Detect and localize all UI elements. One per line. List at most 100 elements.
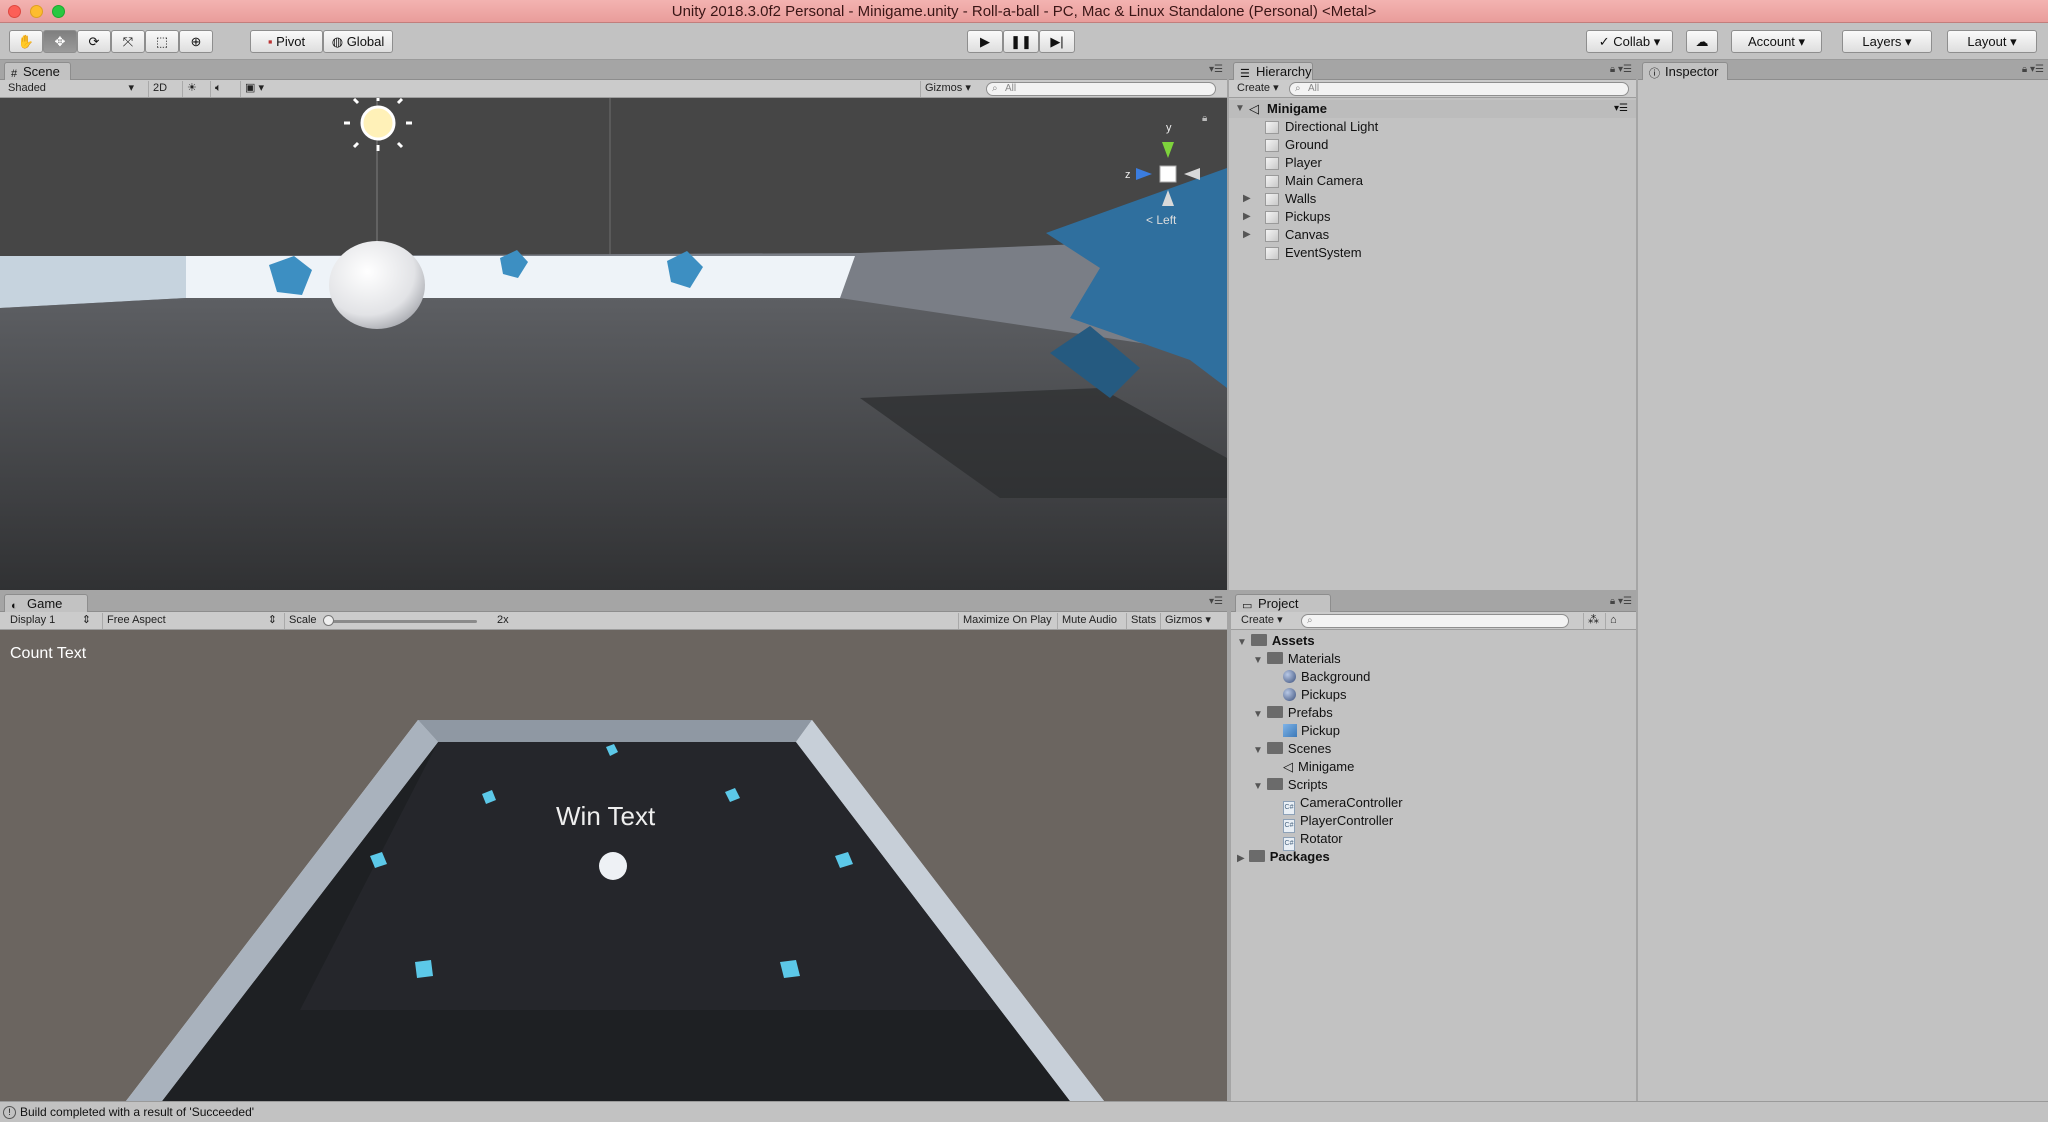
- project-lock-icon[interactable]: 🔒︎ ▾☰: [1610, 596, 1632, 607]
- layers-dropdown[interactable]: Layers ▾: [1842, 30, 1932, 53]
- cloud-button[interactable]: ☁: [1686, 30, 1718, 53]
- zoom-window-button[interactable]: [52, 5, 65, 18]
- window-title: Unity 2018.3.0f2 Personal - Minigame.uni…: [671, 3, 1377, 20]
- tab-game[interactable]: ◐ Game: [4, 594, 88, 612]
- close-window-button[interactable]: [8, 5, 21, 18]
- tab-scene[interactable]: # Scene: [4, 62, 71, 80]
- arena-wall-top-inner: [418, 720, 812, 742]
- project-script-rotator[interactable]: C# Rotator: [1283, 830, 1343, 851]
- gameobject-cube-icon: [1265, 211, 1279, 224]
- project-script-player[interactable]: C# PlayerController: [1283, 812, 1393, 833]
- filter-by-type-button[interactable]: ⁂: [1583, 613, 1603, 629]
- aspect-dropdown[interactable]: Free Aspect ⇕: [102, 613, 280, 629]
- hand-tool-button[interactable]: ✋: [9, 30, 43, 53]
- scale-tool-button[interactable]: ⤧: [111, 30, 145, 53]
- minimize-window-button[interactable]: [30, 5, 43, 18]
- tab-hierarchy[interactable]: ☰ Hierarchy: [1233, 62, 1313, 80]
- hierarchy-scene-row[interactable]: ▼ ◁ Minigame ▾☰: [1229, 100, 1636, 118]
- project-panel: ▭ Project 🔒︎ ▾☰ Create ▾ ⌕ ⁂ ⌂ ▼ Assets ▼ M…: [1231, 592, 1636, 1101]
- hand-icon: ✋: [17, 34, 35, 49]
- project-packages-row[interactable]: ▶ Packages: [1237, 848, 1330, 866]
- rect-tool-button[interactable]: ⬚: [145, 30, 179, 53]
- audio-toggle[interactable]: 🔈︎: [210, 81, 234, 97]
- maximize-label: Maximize On Play: [963, 614, 1052, 626]
- expand-arrow-icon[interactable]: ▼: [1235, 100, 1245, 118]
- game-viewport[interactable]: Count Text Win Text: [0, 630, 1227, 1101]
- display-label: Display 1: [10, 614, 56, 626]
- expand-arrow-icon[interactable]: ▼: [1253, 745, 1263, 756]
- layout-dropdown[interactable]: Layout ▾: [1947, 30, 2037, 53]
- pause-button[interactable]: ❚❚: [1003, 30, 1039, 53]
- project-prefabs-row[interactable]: ▼ Prefabs: [1253, 704, 1333, 722]
- filter-by-label-button[interactable]: ⌂: [1605, 613, 1625, 629]
- collab-dropdown[interactable]: ✓ Collab ▾: [1586, 30, 1673, 53]
- step-button[interactable]: ▶|: [1039, 30, 1075, 53]
- project-scene-minigame[interactable]: ◁ Minigame: [1283, 758, 1354, 776]
- global-toggle[interactable]: ◍ Global: [323, 30, 393, 53]
- project-materials-row[interactable]: ▼ Materials: [1253, 650, 1341, 668]
- project-scripts-row[interactable]: ▼ Scripts: [1253, 776, 1328, 794]
- project-assets-row[interactable]: ▼ Assets: [1237, 632, 1315, 650]
- panel-menu-icon[interactable]: ▾☰: [1209, 64, 1223, 75]
- hierarchy-lock-icon[interactable]: 🔒︎ ▾☰: [1610, 64, 1632, 75]
- status-bar[interactable]: ! Build completed with a result of 'Succ…: [0, 1101, 2048, 1122]
- panel-menu-icon[interactable]: ▾☰: [1209, 596, 1223, 607]
- transform-tool-button[interactable]: ⊕: [179, 30, 213, 53]
- scale-slider[interactable]: Scale 2x: [284, 613, 514, 629]
- effects-dropdown[interactable]: ▣ ▾: [240, 81, 278, 97]
- rotate-tool-button[interactable]: ⟳: [77, 30, 111, 53]
- move-tool-button[interactable]: ✥: [43, 30, 77, 53]
- expand-arrow-icon[interactable]: ▼: [1253, 709, 1263, 720]
- collapse-arrow-icon[interactable]: ▶: [1237, 853, 1245, 864]
- scene-viewport[interactable]: y z < Left 🔒︎: [0, 98, 1227, 590]
- hierarchy-search-input[interactable]: ⌕ All: [1289, 82, 1629, 96]
- tab-inspector[interactable]: ⓘ Inspector: [1642, 62, 1728, 80]
- search-icon: ⌕: [992, 83, 998, 94]
- cloud-icon: ☁: [1695, 34, 1709, 49]
- gizmo-lock-icon[interactable]: 🔒︎: [1202, 113, 1207, 124]
- project-material-pickups[interactable]: Pickups: [1283, 686, 1347, 704]
- expand-arrow-icon[interactable]: ▶: [1243, 190, 1251, 208]
- scene-menu-icon[interactable]: ▾☰: [1614, 100, 1628, 118]
- inspector-panel: ⓘ Inspector 🔒︎ ▾☰: [1638, 60, 2048, 1101]
- project-tab-row: ▭ Project 🔒︎ ▾☰: [1231, 592, 1636, 612]
- project-search-input[interactable]: ⌕: [1301, 614, 1569, 628]
- shading-mode-dropdown[interactable]: Shaded ▾: [4, 81, 138, 97]
- stats-toggle[interactable]: Stats: [1126, 613, 1160, 629]
- maximize-on-play-toggle[interactable]: Maximize On Play: [958, 613, 1056, 629]
- speaker-icon: 🔈︎: [215, 82, 222, 94]
- folder-icon: [1266, 652, 1283, 664]
- layout-label: Layout: [1967, 34, 2007, 49]
- scale-slider-handle[interactable]: [323, 615, 334, 626]
- stats-label: Stats: [1131, 614, 1157, 626]
- scene-search-input[interactable]: ⌕ All: [986, 82, 1216, 96]
- project-create-dropdown[interactable]: Create ▾: [1237, 613, 1287, 629]
- expand-arrow-icon[interactable]: ▼: [1237, 637, 1247, 648]
- hierarchy-toolbar: Create ▾ ⌕ All: [1229, 80, 1636, 98]
- project-tab-label: Project: [1258, 596, 1299, 611]
- mute-audio-toggle[interactable]: Mute Audio: [1057, 613, 1121, 629]
- project-scripts-label: Scripts: [1287, 777, 1328, 792]
- game-gizmos-dropdown[interactable]: Gizmos ▾: [1160, 613, 1224, 629]
- expand-arrow-icon[interactable]: ▶: [1243, 226, 1251, 244]
- project-scenes-row[interactable]: ▼ Scenes: [1253, 740, 1331, 758]
- project-material-background[interactable]: Background: [1283, 668, 1370, 686]
- lighting-toggle[interactable]: ☀: [182, 81, 204, 97]
- play-icon: ▶: [980, 34, 990, 49]
- gameobject-cube-icon: [1265, 121, 1279, 134]
- play-button[interactable]: ▶: [967, 30, 1003, 53]
- project-prefab-pickup[interactable]: Pickup: [1283, 722, 1340, 740]
- display-dropdown[interactable]: Display 1 ⇕: [6, 613, 94, 629]
- tab-project[interactable]: ▭ Project: [1235, 594, 1331, 612]
- 2d-toggle[interactable]: 2D: [148, 81, 172, 97]
- scene-gizmos-dropdown[interactable]: Gizmos ▾: [920, 81, 978, 97]
- expand-arrow-icon[interactable]: ▶: [1243, 208, 1251, 226]
- expand-arrow-icon[interactable]: ▼: [1253, 781, 1263, 792]
- hierarchy-create-dropdown[interactable]: Create ▾: [1233, 81, 1283, 97]
- account-dropdown[interactable]: Account ▾: [1731, 30, 1822, 53]
- pivot-toggle[interactable]: ▪ Pivot: [250, 30, 323, 53]
- expand-arrow-icon[interactable]: ▼: [1253, 655, 1263, 666]
- project-script-camera[interactable]: C# CameraController: [1283, 794, 1403, 815]
- hierarchy-panel: ☰ Hierarchy 🔒︎ ▾☰ Create ▾ ⌕ All ▼ ◁ Minig…: [1229, 60, 1636, 590]
- inspector-lock-icon[interactable]: 🔒︎ ▾☰: [2022, 64, 2044, 75]
